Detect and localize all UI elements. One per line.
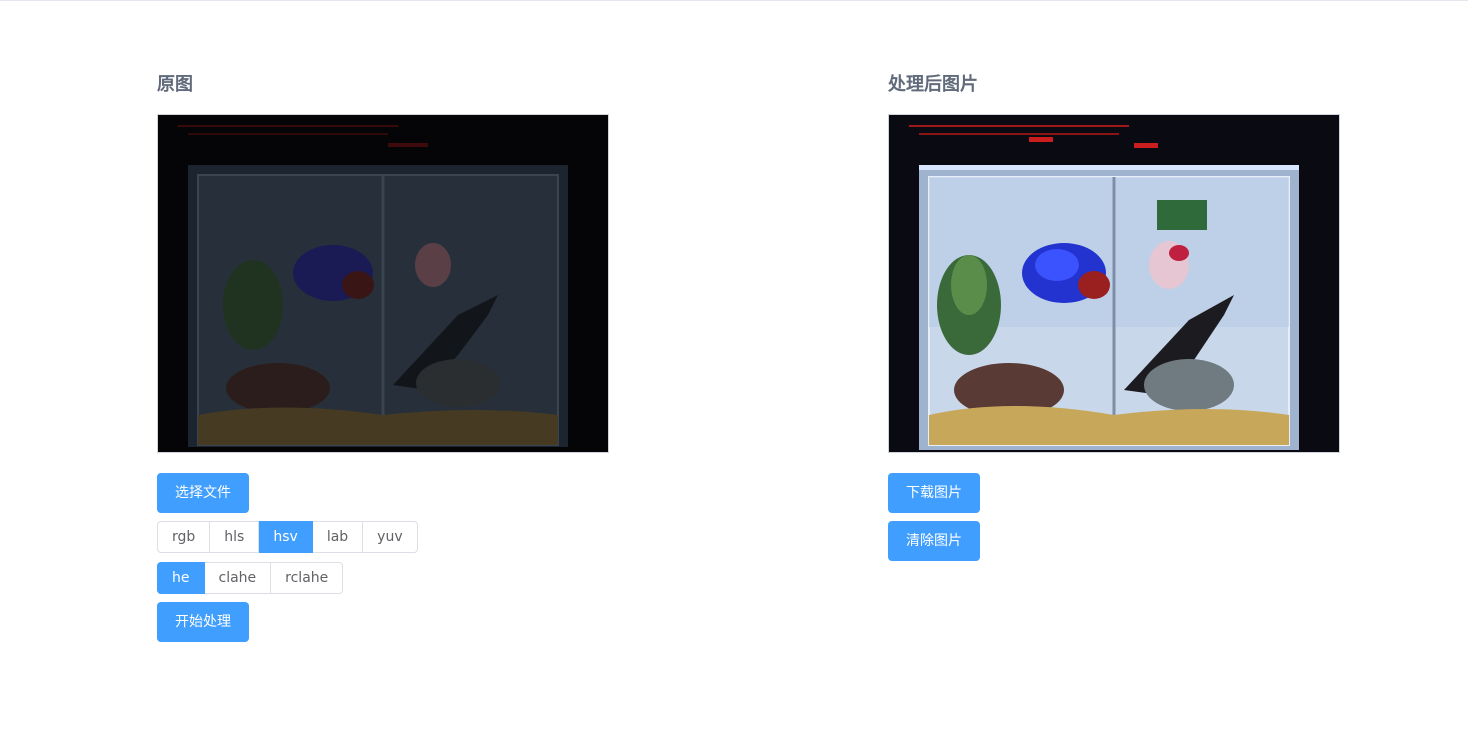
processed-panel: 处理后图片 下载图片 清除图片 [888,72,1340,561]
color-space-yuv[interactable]: yuv [363,521,418,553]
color-space-group: rgb hls hsv lab yuv [157,521,609,553]
color-space-hls[interactable]: hls [210,521,260,553]
download-image-button[interactable]: 下载图片 [888,473,980,513]
choose-file-button[interactable]: 选择文件 [157,473,249,513]
clear-image-button[interactable]: 清除图片 [888,521,980,561]
color-space-rgb[interactable]: rgb [157,521,211,553]
original-title: 原图 [157,74,193,95]
original-image [157,114,609,453]
method-rclahe[interactable]: rclahe [271,562,344,594]
method-group: he clahe rclahe [157,562,609,594]
processed-title: 处理后图片 [888,74,978,95]
start-processing-button[interactable]: 开始处理 [157,602,249,642]
color-space-hsv[interactable]: hsv [259,521,313,553]
method-he[interactable]: he [157,562,205,594]
original-panel: 原图 选择文件 rgb hls hsv lab yuv he clahe rcl… [157,72,609,642]
method-clahe[interactable]: clahe [204,562,272,594]
processed-image [888,114,1340,453]
color-space-lab[interactable]: lab [312,521,364,553]
top-divider [0,0,1468,1]
